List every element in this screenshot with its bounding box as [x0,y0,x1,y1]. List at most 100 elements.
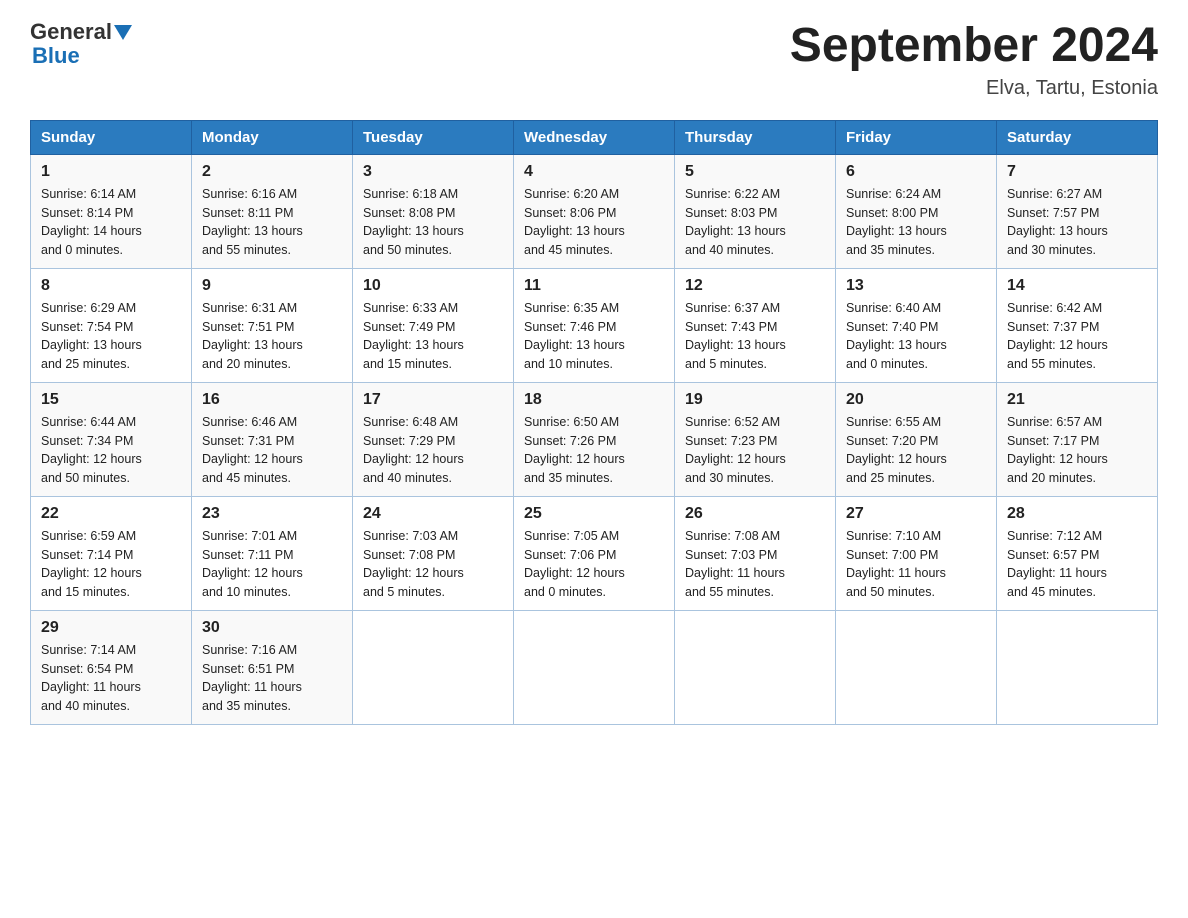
calendar-week-row: 15 Sunrise: 6:44 AMSunset: 7:34 PMDayligh… [31,382,1158,496]
day-detail: Sunrise: 6:40 AMSunset: 7:40 PMDaylight:… [846,299,986,374]
logo-general-text: General [30,20,112,44]
day-number: 24 [363,505,503,523]
calendar-week-row: 29 Sunrise: 7:14 AMSunset: 6:54 PMDayligh… [31,610,1158,724]
weekday-header-friday: Friday [836,120,997,154]
day-number: 14 [1007,277,1147,295]
day-number: 1 [41,163,181,181]
calendar-cell: 1 Sunrise: 6:14 AMSunset: 8:14 PMDaylight… [31,154,192,268]
calendar-cell: 13 Sunrise: 6:40 AMSunset: 7:40 PMDayligh… [836,268,997,382]
calendar-header-right: September 2024 Elva, Tartu, Estonia [790,20,1158,100]
day-detail: Sunrise: 6:50 AMSunset: 7:26 PMDaylight:… [524,413,664,488]
calendar-cell: 11 Sunrise: 6:35 AMSunset: 7:46 PMDayligh… [514,268,675,382]
weekday-header-thursday: Thursday [675,120,836,154]
day-number: 26 [685,505,825,523]
calendar-cell: 12 Sunrise: 6:37 AMSunset: 7:43 PMDayligh… [675,268,836,382]
calendar-table: SundayMondayTuesdayWednesdayThursdayFrid… [30,120,1158,725]
day-detail: Sunrise: 6:59 AMSunset: 7:14 PMDaylight:… [41,527,181,602]
day-number: 11 [524,277,664,295]
day-detail: Sunrise: 6:37 AMSunset: 7:43 PMDaylight:… [685,299,825,374]
day-detail: Sunrise: 6:14 AMSunset: 8:14 PMDaylight:… [41,185,181,260]
day-detail: Sunrise: 7:05 AMSunset: 7:06 PMDaylight:… [524,527,664,602]
weekday-header-tuesday: Tuesday [353,120,514,154]
day-number: 2 [202,163,342,181]
calendar-title: September 2024 [790,20,1158,73]
day-number: 29 [41,619,181,637]
day-detail: Sunrise: 6:57 AMSunset: 7:17 PMDaylight:… [1007,413,1147,488]
day-number: 22 [41,505,181,523]
day-detail: Sunrise: 6:52 AMSunset: 7:23 PMDaylight:… [685,413,825,488]
weekday-header-wednesday: Wednesday [514,120,675,154]
calendar-cell: 29 Sunrise: 7:14 AMSunset: 6:54 PMDayligh… [31,610,192,724]
day-detail: Sunrise: 6:18 AMSunset: 8:08 PMDaylight:… [363,185,503,260]
calendar-cell: 18 Sunrise: 6:50 AMSunset: 7:26 PMDayligh… [514,382,675,496]
day-detail: Sunrise: 6:27 AMSunset: 7:57 PMDaylight:… [1007,185,1147,260]
day-detail: Sunrise: 6:48 AMSunset: 7:29 PMDaylight:… [363,413,503,488]
logo-blue-text: Blue [30,44,136,68]
calendar-week-row: 8 Sunrise: 6:29 AMSunset: 7:54 PMDaylight… [31,268,1158,382]
calendar-cell: 15 Sunrise: 6:44 AMSunset: 7:34 PMDayligh… [31,382,192,496]
calendar-week-row: 22 Sunrise: 6:59 AMSunset: 7:14 PMDayligh… [31,496,1158,610]
calendar-cell [836,610,997,724]
day-number: 10 [363,277,503,295]
day-detail: Sunrise: 6:31 AMSunset: 7:51 PMDaylight:… [202,299,342,374]
calendar-cell: 8 Sunrise: 6:29 AMSunset: 7:54 PMDaylight… [31,268,192,382]
calendar-cell: 6Sunrise: 6:24 AMSunset: 8:00 PMDaylight… [836,154,997,268]
page-header: General Blue September 2024 Elva, Tartu,… [30,20,1158,100]
day-detail: Sunrise: 6:24 AMSunset: 8:00 PMDaylight:… [846,185,986,260]
calendar-cell: 9 Sunrise: 6:31 AMSunset: 7:51 PMDaylight… [192,268,353,382]
day-detail: Sunrise: 6:22 AMSunset: 8:03 PMDaylight:… [685,185,825,260]
weekday-header-sunday: Sunday [31,120,192,154]
day-detail: Sunrise: 6:44 AMSunset: 7:34 PMDaylight:… [41,413,181,488]
day-number: 9 [202,277,342,295]
calendar-cell: 28 Sunrise: 7:12 AMSunset: 6:57 PMDayligh… [997,496,1158,610]
calendar-cell: 16 Sunrise: 6:46 AMSunset: 7:31 PMDayligh… [192,382,353,496]
calendar-cell: 10Sunrise: 6:33 AMSunset: 7:49 PMDayligh… [353,268,514,382]
day-detail: Sunrise: 7:03 AMSunset: 7:08 PMDaylight:… [363,527,503,602]
weekday-header-row: SundayMondayTuesdayWednesdayThursdayFrid… [31,120,1158,154]
day-number: 18 [524,391,664,409]
day-detail: Sunrise: 7:16 AMSunset: 6:51 PMDaylight:… [202,641,342,716]
calendar-cell: 17Sunrise: 6:48 AMSunset: 7:29 PMDayligh… [353,382,514,496]
day-number: 4 [524,163,664,181]
calendar-cell: 23 Sunrise: 7:01 AMSunset: 7:11 PMDayligh… [192,496,353,610]
calendar-cell: 30 Sunrise: 7:16 AMSunset: 6:51 PMDayligh… [192,610,353,724]
day-number: 7 [1007,163,1147,181]
calendar-subtitle: Elva, Tartu, Estonia [790,77,1158,100]
day-number: 3 [363,163,503,181]
day-detail: Sunrise: 7:08 AMSunset: 7:03 PMDaylight:… [685,527,825,602]
calendar-cell: 7 Sunrise: 6:27 AMSunset: 7:57 PMDaylight… [997,154,1158,268]
day-detail: Sunrise: 6:16 AMSunset: 8:11 PMDaylight:… [202,185,342,260]
calendar-cell [997,610,1158,724]
calendar-cell: 4Sunrise: 6:20 AMSunset: 8:06 PMDaylight… [514,154,675,268]
day-detail: Sunrise: 6:55 AMSunset: 7:20 PMDaylight:… [846,413,986,488]
day-number: 28 [1007,505,1147,523]
logo: General Blue [30,20,136,68]
day-detail: Sunrise: 7:14 AMSunset: 6:54 PMDaylight:… [41,641,181,716]
calendar-week-row: 1 Sunrise: 6:14 AMSunset: 8:14 PMDaylight… [31,154,1158,268]
calendar-cell: 2 Sunrise: 6:16 AMSunset: 8:11 PMDaylight… [192,154,353,268]
day-number: 30 [202,619,342,637]
day-detail: Sunrise: 6:29 AMSunset: 7:54 PMDaylight:… [41,299,181,374]
day-number: 15 [41,391,181,409]
calendar-cell [353,610,514,724]
day-number: 12 [685,277,825,295]
calendar-cell: 14Sunrise: 6:42 AMSunset: 7:37 PMDayligh… [997,268,1158,382]
day-number: 23 [202,505,342,523]
day-detail: Sunrise: 7:01 AMSunset: 7:11 PMDaylight:… [202,527,342,602]
weekday-header-monday: Monday [192,120,353,154]
day-number: 16 [202,391,342,409]
calendar-cell: 20Sunrise: 6:55 AMSunset: 7:20 PMDayligh… [836,382,997,496]
day-detail: Sunrise: 7:12 AMSunset: 6:57 PMDaylight:… [1007,527,1147,602]
calendar-cell: 19Sunrise: 6:52 AMSunset: 7:23 PMDayligh… [675,382,836,496]
day-number: 21 [1007,391,1147,409]
weekday-header-saturday: Saturday [997,120,1158,154]
day-detail: Sunrise: 6:46 AMSunset: 7:31 PMDaylight:… [202,413,342,488]
calendar-cell: 25 Sunrise: 7:05 AMSunset: 7:06 PMDayligh… [514,496,675,610]
day-number: 8 [41,277,181,295]
calendar-cell: 22 Sunrise: 6:59 AMSunset: 7:14 PMDayligh… [31,496,192,610]
day-number: 5 [685,163,825,181]
day-number: 13 [846,277,986,295]
day-number: 25 [524,505,664,523]
calendar-cell: 26 Sunrise: 7:08 AMSunset: 7:03 PMDayligh… [675,496,836,610]
day-detail: Sunrise: 6:35 AMSunset: 7:46 PMDaylight:… [524,299,664,374]
